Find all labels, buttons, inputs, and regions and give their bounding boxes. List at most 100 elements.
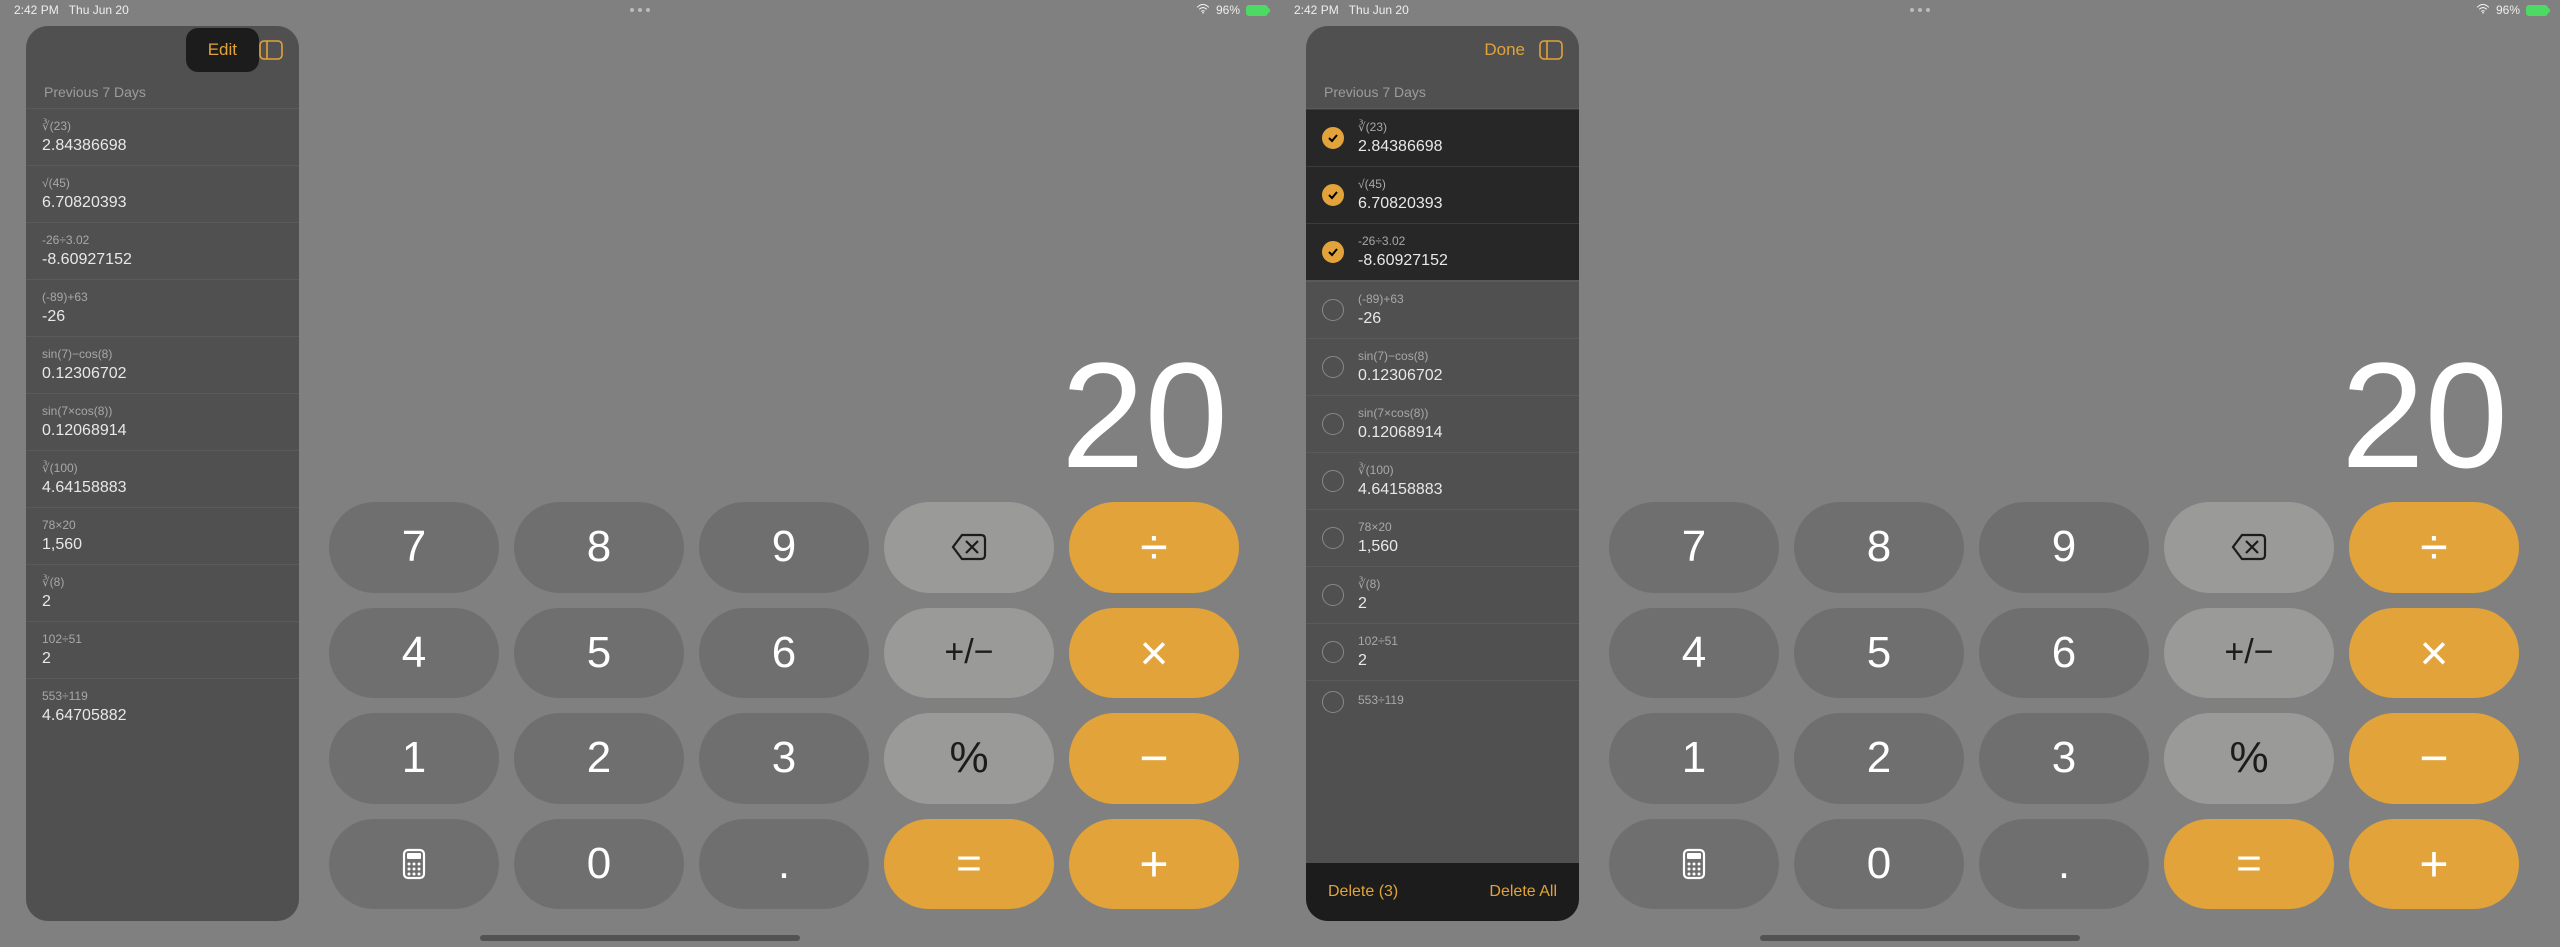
checkbox-empty-icon[interactable]	[1322, 299, 1344, 321]
done-button[interactable]: Done	[1470, 28, 1539, 72]
key-dot[interactable]: .	[1979, 819, 2149, 910]
checkbox-empty-icon[interactable]	[1322, 356, 1344, 378]
checkbox-checked-icon[interactable]	[1322, 127, 1344, 149]
history-item[interactable]: √(45)6.70820393	[26, 165, 299, 222]
history-item[interactable]: 553÷119	[1306, 680, 1579, 723]
history-item[interactable]: 78×20 1,560	[26, 507, 299, 564]
key-multiply[interactable]: ×	[2349, 608, 2519, 699]
calculator-display: 20	[2341, 340, 2508, 490]
key-5[interactable]: 5	[514, 608, 684, 699]
history-item[interactable]: ∛(8)2	[1306, 566, 1579, 623]
history-item[interactable]: 553÷1194.64705882	[26, 678, 299, 735]
key-calculator-mode[interactable]	[329, 819, 499, 910]
key-3[interactable]: 3	[699, 713, 869, 804]
history-item[interactable]: -26÷3.02-8.60927152	[26, 222, 299, 279]
status-bar: 2:42 PM Thu Jun 20 96%	[1280, 0, 2560, 20]
history-list[interactable]: ∛(23)2.84386698√(45)6.70820393-26÷3.02-8…	[26, 108, 299, 921]
key-8[interactable]: 8	[514, 502, 684, 593]
history-item[interactable]: ∛(23)2.84386698	[26, 108, 299, 165]
key-plusminus[interactable]: +/−	[2164, 608, 2334, 699]
key-plus[interactable]: +	[1069, 819, 1239, 910]
history-section-label: Previous 7 Days	[1306, 74, 1579, 108]
key-dot[interactable]: .	[699, 819, 869, 910]
history-item[interactable]: ∛(23)2.84386698	[1306, 109, 1579, 166]
delete-all-button[interactable]: Delete All	[1489, 883, 1557, 901]
key-equals[interactable]: =	[2164, 819, 2334, 910]
key-9[interactable]: 9	[1979, 502, 2149, 593]
history-item[interactable]: 102÷512	[1306, 623, 1579, 680]
history-item[interactable]: sin(7)−cos(8)0.12306702	[26, 336, 299, 393]
key-backspace[interactable]	[2164, 502, 2334, 593]
key-7[interactable]: 7	[1609, 502, 1779, 593]
key-2[interactable]: 2	[1794, 713, 1964, 804]
home-indicator[interactable]	[1760, 935, 2080, 941]
history-item[interactable]: sin(7)−cos(8)0.12306702	[1306, 338, 1579, 395]
history-item[interactable]: (-89)+63-26	[26, 279, 299, 336]
key-divide[interactable]: ÷	[1069, 502, 1239, 593]
history-item[interactable]: √(45)6.70820393	[1306, 166, 1579, 223]
checkbox-empty-icon[interactable]	[1322, 584, 1344, 606]
key-equals[interactable]: =	[884, 819, 1054, 910]
calculator-keypad: 7 8 9 ÷ 4 5 6 +/− × 1 2 3 % − 0 . = +	[1609, 502, 2519, 909]
history-item[interactable]: -26÷3.02-8.60927152	[1306, 223, 1579, 280]
checkbox-empty-icon[interactable]	[1322, 413, 1344, 435]
calculator-display: 20	[1061, 340, 1228, 490]
key-0[interactable]: 0	[514, 819, 684, 910]
history-item[interactable]: sin(7×cos(8))0.12068914	[1306, 395, 1579, 452]
checkbox-empty-icon[interactable]	[1322, 691, 1344, 713]
key-1[interactable]: 1	[329, 713, 499, 804]
key-percent[interactable]: %	[884, 713, 1054, 804]
checkbox-checked-icon[interactable]	[1322, 184, 1344, 206]
history-expression: (-89)+63	[1358, 292, 1404, 306]
checkbox-empty-icon[interactable]	[1322, 527, 1344, 549]
battery-percent: 96%	[2496, 3, 2520, 17]
history-item[interactable]: 78×201,560	[1306, 509, 1579, 566]
edit-button[interactable]: Edit	[186, 28, 259, 72]
key-2[interactable]: 2	[514, 713, 684, 804]
checkbox-checked-icon[interactable]	[1322, 241, 1344, 263]
checkbox-empty-icon[interactable]	[1322, 641, 1344, 663]
key-5[interactable]: 5	[1794, 608, 1964, 699]
key-plus[interactable]: +	[2349, 819, 2519, 910]
key-3[interactable]: 3	[1979, 713, 2149, 804]
key-6[interactable]: 6	[699, 608, 869, 699]
key-minus[interactable]: −	[1069, 713, 1239, 804]
key-7[interactable]: 7	[329, 502, 499, 593]
key-9[interactable]: 9	[699, 502, 869, 593]
key-4[interactable]: 4	[329, 608, 499, 699]
history-item[interactable]: ∛(8)2	[26, 564, 299, 621]
key-8[interactable]: 8	[1794, 502, 1964, 593]
history-list-editable[interactable]: ∛(23)2.84386698√(45)6.70820393-26÷3.02-8…	[1306, 108, 1579, 863]
multitask-dots-icon[interactable]	[1910, 8, 1930, 12]
history-result: 2.84386698	[1358, 138, 1443, 156]
key-4[interactable]: 4	[1609, 608, 1779, 699]
history-expression: sin(7)−cos(8)	[42, 347, 127, 361]
history-item[interactable]: sin(7×cos(8))0.12068914	[26, 393, 299, 450]
key-multiply[interactable]: ×	[1069, 608, 1239, 699]
multitask-dots-icon[interactable]	[630, 8, 650, 12]
sidebar-toggle-icon[interactable]	[259, 40, 283, 60]
history-item[interactable]: ∛(100)4.64158883	[1306, 452, 1579, 509]
history-item[interactable]: 102÷512	[26, 621, 299, 678]
history-expression: 78×20	[42, 518, 82, 532]
home-indicator[interactable]	[480, 935, 800, 941]
history-result: 4.64705882	[42, 707, 127, 725]
wifi-icon	[1196, 3, 1210, 17]
history-item[interactable]: (-89)+63-26	[1306, 281, 1579, 338]
history-result: 1,560	[42, 536, 82, 554]
key-backspace[interactable]	[884, 502, 1054, 593]
key-0[interactable]: 0	[1794, 819, 1964, 910]
key-calculator-mode[interactable]	[1609, 819, 1779, 910]
key-divide[interactable]: ÷	[2349, 502, 2519, 593]
history-expression: 102÷51	[42, 632, 82, 646]
key-minus[interactable]: −	[2349, 713, 2519, 804]
history-expression: √(45)	[1358, 177, 1443, 191]
key-1[interactable]: 1	[1609, 713, 1779, 804]
history-item[interactable]: ∛(100)4.64158883	[26, 450, 299, 507]
key-plusminus[interactable]: +/−	[884, 608, 1054, 699]
sidebar-toggle-icon[interactable]	[1539, 40, 1563, 60]
key-6[interactable]: 6	[1979, 608, 2149, 699]
delete-selected-button[interactable]: Delete (3)	[1328, 883, 1398, 901]
key-percent[interactable]: %	[2164, 713, 2334, 804]
checkbox-empty-icon[interactable]	[1322, 470, 1344, 492]
